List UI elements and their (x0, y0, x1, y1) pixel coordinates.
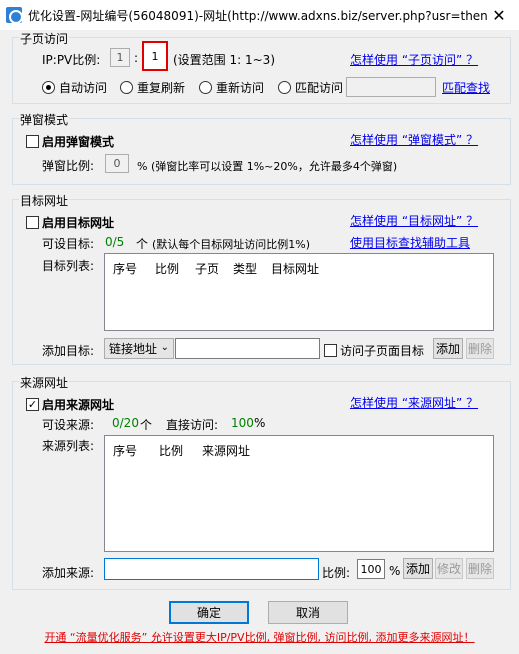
target-col-type[interactable]: 类型 (233, 260, 257, 277)
target-enable-label: 启用目标网址 (42, 216, 115, 230)
radio-label: 重复刷新 (137, 81, 186, 95)
target-col-index[interactable]: 序号 (113, 260, 137, 277)
source-modify-button[interactable]: 修改 (435, 558, 463, 579)
visit-subpage-checkbox[interactable]: 访问子页面目标 (324, 342, 424, 359)
match-input[interactable] (346, 77, 436, 97)
upgrade-promo-link[interactable]: 开通 “流量优化服务” 允许设置更大IP/PV比例, 弹窗比例, 访问比例, 添… (0, 629, 519, 645)
close-icon[interactable]: ✕ (479, 0, 519, 30)
target-tool-link[interactable]: 使用目标查找辅助工具 (350, 234, 470, 251)
target-delete-button[interactable]: 删除 (466, 338, 494, 359)
source-col-ratio[interactable]: 比例 (159, 442, 183, 459)
window-title: 优化设置-网址编号(56048091)-网址(http://www.adxns.… (28, 8, 488, 23)
target-settable-value: 0/5 (105, 235, 125, 249)
target-url-input[interactable] (175, 338, 320, 359)
source-ratio-label: 比例: (322, 566, 351, 580)
radio-label: 自动访问 (59, 81, 108, 95)
chevron-down-icon: ⌄ (160, 342, 169, 353)
popup-help-link[interactable]: 怎样使用 “弹窗模式” ？ (350, 131, 478, 148)
popup-group-title: 弹窗模式 (19, 111, 70, 128)
radio-label: 重新访问 (216, 81, 265, 95)
direct-visit-label: 直接访问: (166, 418, 219, 432)
radio-empty-icon (199, 81, 212, 94)
subpage-help-link[interactable]: 怎样使用 “子页访问” ？ (350, 51, 478, 68)
target-type-dropdown[interactable]: 链接地址 ⌄ (104, 338, 174, 359)
checkbox-unchecked-icon (26, 135, 39, 148)
window-titlebar: 优化设置-网址编号(56048091)-网址(http://www.adxns.… (0, 0, 519, 30)
app-icon (6, 7, 23, 24)
source-list[interactable]: 序号 比例 来源网址 (104, 435, 494, 552)
direct-visit-unit: % (254, 416, 266, 430)
subpage-group-title: 子页访问 (19, 30, 70, 47)
popup-enable-checkbox[interactable]: 启用弹窗模式 (26, 133, 114, 150)
radio-auto-visit[interactable]: 自动访问 (42, 79, 107, 96)
source-ratio-field[interactable]: 100 (357, 559, 385, 579)
source-col-index[interactable]: 序号 (113, 442, 137, 459)
source-enable-label: 启用来源网址 (42, 398, 115, 412)
target-col-ratio[interactable]: 比例 (155, 260, 179, 277)
checkbox-unchecked-icon (324, 344, 337, 357)
source-settable-value: 0/20 (112, 416, 139, 430)
source-add-label: 添加来源: (42, 566, 95, 580)
target-help-link[interactable]: 怎样使用 “目标网址” ？ (350, 212, 478, 229)
radio-empty-icon (278, 81, 291, 94)
target-group-title: 目标网址 (19, 192, 70, 209)
source-url-input[interactable] (104, 558, 319, 580)
radio-selected-icon (42, 81, 55, 94)
target-settable-label: 可设目标: (42, 237, 95, 251)
popup-ratio-hint: % (弹窗比率可以设置 1%~20%，允许最多4个弹窗) (137, 160, 398, 173)
ratio-colon: : (134, 51, 139, 65)
target-settable-hint: (默认每个目标网址访问比例1%) (152, 238, 311, 251)
source-help-link[interactable]: 怎样使用 “来源网址” ？ (350, 394, 478, 411)
ip-pv-label: IP:PV比例: (42, 53, 101, 67)
popup-ratio-label: 弹窗比例: (42, 159, 95, 173)
source-enable-checkbox[interactable]: ✓ 启用来源网址 (26, 396, 114, 413)
radio-revisit[interactable]: 重新访问 (199, 79, 264, 96)
target-col-url[interactable]: 目标网址 (271, 260, 319, 277)
popup-enable-label: 启用弹窗模式 (42, 135, 115, 149)
popup-ratio-field: 0 (105, 154, 129, 173)
source-settable-unit: 个 (140, 418, 153, 432)
radio-label: 匹配访问 (295, 81, 344, 95)
target-enable-checkbox[interactable]: 启用目标网址 (26, 214, 114, 231)
ratio-left-field: 1 (110, 48, 130, 67)
target-add-label: 添加目标: (42, 344, 95, 358)
source-list-label: 来源列表: (42, 439, 95, 453)
range-hint: (设置范围 1: 1~3) (173, 53, 275, 67)
match-find-link[interactable]: 匹配查找 (442, 79, 490, 96)
source-ratio-unit: % (389, 564, 401, 578)
target-list[interactable]: 序号 比例 子页 类型 目标网址 (104, 253, 494, 331)
source-delete-button[interactable]: 删除 (466, 558, 494, 579)
checkbox-checked-icon: ✓ (26, 398, 39, 411)
direct-visit-value: 100 (231, 416, 254, 430)
ok-button[interactable]: 确定 (169, 601, 249, 624)
source-add-button[interactable]: 添加 (403, 558, 433, 579)
source-group-title: 来源网址 (19, 374, 70, 391)
ratio-right-field[interactable]: 1 (142, 41, 168, 71)
radio-empty-icon (120, 81, 133, 94)
cancel-button[interactable]: 取消 (268, 601, 348, 624)
target-col-subpage[interactable]: 子页 (195, 260, 219, 277)
radio-repeat-refresh[interactable]: 重复刷新 (120, 79, 185, 96)
target-list-label: 目标列表: (42, 259, 95, 273)
target-type-value: 链接地址 (109, 342, 158, 356)
target-add-button[interactable]: 添加 (433, 338, 463, 359)
radio-match-visit[interactable]: 匹配访问 (278, 79, 343, 96)
popup-group: 弹窗模式 (12, 111, 511, 185)
source-col-url[interactable]: 来源网址 (202, 442, 250, 459)
source-settable-label: 可设来源: (42, 418, 95, 432)
visit-subpage-label: 访问子页面目标 (340, 344, 425, 358)
target-settable-unit: 个 (136, 237, 149, 251)
checkbox-unchecked-icon (26, 216, 39, 229)
